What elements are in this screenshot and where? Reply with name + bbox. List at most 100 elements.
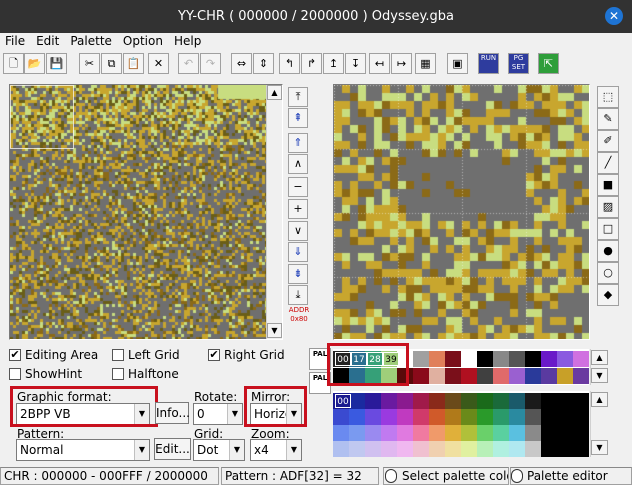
palette-swatch[interactable]: [557, 441, 573, 457]
palette-swatch[interactable]: [461, 441, 477, 457]
palette-swatch[interactable]: [541, 409, 557, 425]
exit-icon[interactable]: ⇱: [538, 53, 559, 74]
palette-swatch[interactable]: [541, 368, 557, 384]
chevron-down-icon[interactable]: ▼: [229, 440, 244, 460]
palette-swatch[interactable]: [413, 393, 429, 409]
page-down-fast-icon[interactable]: ⇟: [288, 264, 308, 284]
edit-button[interactable]: Edit...: [154, 438, 191, 460]
palette-swatch[interactable]: [445, 393, 461, 409]
palette-swatch[interactable]: [493, 351, 509, 367]
right-grid-box[interactable]: ✔: [208, 349, 220, 361]
palette-swatch[interactable]: [429, 409, 445, 425]
page-up-fast-icon[interactable]: ⇞: [288, 108, 308, 128]
palette-swatch[interactable]: [493, 368, 509, 384]
palette-swatch[interactable]: [381, 425, 397, 441]
undo-icon[interactable]: ↶: [178, 53, 199, 74]
scroll-up-icon[interactable]: ▲: [591, 350, 608, 365]
scroll-up-icon[interactable]: ▲: [267, 85, 282, 100]
page-down-icon[interactable]: ⇓: [288, 242, 308, 262]
palette-swatch[interactable]: [365, 393, 381, 409]
palette-swatch[interactable]: [557, 368, 573, 384]
palette-swatch[interactable]: [381, 393, 397, 409]
shift-up-icon[interactable]: ↥: [323, 53, 344, 74]
palette-swatch[interactable]: [573, 441, 589, 457]
palette-swatch[interactable]: [349, 441, 365, 457]
palette-swatch[interactable]: [413, 409, 429, 425]
zoom-select[interactable]: x4 ▼: [250, 439, 302, 461]
editing-area-checkbox[interactable]: ✔ Editing Area: [9, 348, 98, 362]
plus-icon[interactable]: +: [288, 199, 308, 219]
chr-pattern-view[interactable]: ▲ ▼: [9, 84, 283, 340]
palette-swatch[interactable]: [541, 393, 557, 409]
palette-swatch[interactable]: [381, 441, 397, 457]
shift-right-icon[interactable]: ↦: [391, 53, 412, 74]
palette-swatch[interactable]: [461, 368, 477, 384]
palette-swatch[interactable]: [541, 351, 557, 367]
left-grid-checkbox[interactable]: Left Grid: [112, 348, 180, 362]
palette-swatch[interactable]: [365, 409, 381, 425]
scroll-up-icon[interactable]: ▲: [591, 392, 608, 407]
copy-icon[interactable]: ⧉: [101, 53, 122, 74]
shift-left-icon[interactable]: ↤: [369, 53, 390, 74]
chevron-down-icon[interactable]: ▼: [134, 440, 149, 460]
palette-swatch[interactable]: [541, 441, 557, 457]
fill-bucket-icon[interactable]: ◆: [597, 284, 619, 306]
line-down-icon[interactable]: ∨: [288, 221, 308, 241]
scroll-down-icon[interactable]: ▼: [591, 440, 608, 455]
palette-swatch[interactable]: [365, 441, 381, 457]
line-icon[interactable]: ╱: [597, 152, 619, 174]
info-button[interactable]: Info...: [155, 402, 190, 424]
palette-swatch[interactable]: [333, 409, 349, 425]
palette-set-scrollbar[interactable]: ▲ ▼: [590, 349, 608, 385]
palette-swatch[interactable]: [477, 393, 493, 409]
palette-swatch[interactable]: [397, 441, 413, 457]
palette-swatch[interactable]: [349, 393, 365, 409]
show-hint-checkbox[interactable]: ShowHint: [9, 367, 82, 381]
scroll-down-icon[interactable]: ▼: [591, 368, 608, 383]
hatched-rect-icon[interactable]: ▨: [597, 196, 619, 218]
rect-icon[interactable]: □: [597, 218, 619, 240]
palette-swatch[interactable]: [509, 393, 525, 409]
menu-file[interactable]: File: [0, 33, 31, 50]
palette-swatch[interactable]: [525, 351, 541, 367]
chevron-down-icon[interactable]: ▼: [227, 404, 242, 424]
palette-swatch[interactable]: [509, 409, 525, 425]
palette-swatch[interactable]: [525, 393, 541, 409]
flip-vertical-icon[interactable]: ⇕: [253, 53, 274, 74]
palette-swatch[interactable]: [381, 409, 397, 425]
page-up-icon[interactable]: ⇑: [288, 133, 308, 153]
palette-swatch[interactable]: [525, 441, 541, 457]
palette-swatch[interactable]: [333, 441, 349, 457]
palette-grid-scrollbar[interactable]: ▲ ▼: [590, 391, 608, 457]
show-hint-box[interactable]: [9, 368, 21, 380]
filled-circle-icon[interactable]: ●: [597, 240, 619, 262]
editing-area-box[interactable]: ✔: [9, 349, 21, 361]
palette-swatch[interactable]: [413, 425, 429, 441]
palette-swatch[interactable]: [493, 425, 509, 441]
palette-swatch[interactable]: [461, 351, 477, 367]
palette-swatch[interactable]: [445, 351, 461, 367]
palette-swatch[interactable]: [509, 351, 525, 367]
palette-swatch[interactable]: [445, 409, 461, 425]
jump-bottom-icon[interactable]: ⤓: [288, 285, 308, 305]
chevron-down-icon[interactable]: ▼: [286, 440, 301, 460]
shift-down-icon[interactable]: ↧: [345, 53, 366, 74]
palette-swatch[interactable]: [477, 368, 493, 384]
close-icon[interactable]: ✕: [605, 7, 623, 25]
palette-swatch[interactable]: [525, 409, 541, 425]
palette-swatch[interactable]: [461, 409, 477, 425]
circle-icon[interactable]: ○: [597, 262, 619, 284]
palette-swatch[interactable]: [477, 441, 493, 457]
edit-view[interactable]: [333, 84, 590, 340]
halftone-checkbox[interactable]: Halftone: [112, 367, 179, 381]
palette-swatch[interactable]: [525, 368, 541, 384]
rotate-right-icon[interactable]: ↱: [301, 53, 322, 74]
palette-swatch[interactable]: [477, 425, 493, 441]
palette-swatch[interactable]: [541, 425, 557, 441]
select-icon[interactable]: ⬚: [597, 86, 619, 108]
palette-swatch[interactable]: [429, 368, 445, 384]
palette-swatch[interactable]: [445, 441, 461, 457]
palette-swatch[interactable]: [413, 368, 429, 384]
palette-swatch[interactable]: [477, 351, 493, 367]
palette-swatch[interactable]: [445, 368, 461, 384]
